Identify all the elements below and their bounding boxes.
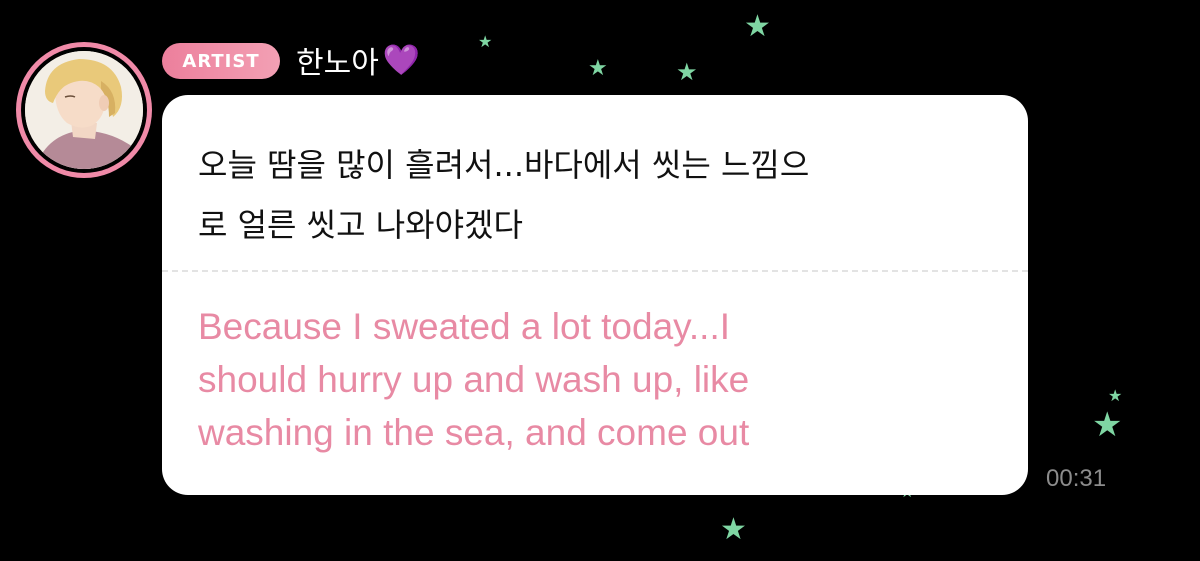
message-original-text: 오늘 땀을 많이 흘려서...바다에서 씻는 느낌으 로 얼른 씻고 나와야겠다 (198, 135, 998, 255)
message-timestamp: 00:31 (1046, 465, 1107, 492)
message-translation-text: Because I sweated a lot today...I should… (198, 300, 998, 459)
star-icon: ★ (1108, 386, 1123, 405)
message-translation-line: washing in the sea, and come out (198, 412, 750, 453)
message-translation-line: should hurry up and wash up, like (198, 359, 750, 400)
avatar[interactable] (16, 42, 152, 178)
message-original-line: 오늘 땀을 많이 흘려서...바다에서 씻는 느낌으 (198, 146, 810, 184)
star-icon: ★ (720, 512, 747, 547)
star-icon: ★ (478, 32, 493, 51)
message-original-line: 로 얼른 씻고 나와야겠다 (198, 206, 523, 244)
message-bubble[interactable]: 오늘 땀을 많이 흘려서...바다에서 씻는 느낌으 로 얼른 씻고 나와야겠다… (162, 95, 1028, 495)
star-icon: ★ (588, 56, 608, 81)
star-icon: ★ (744, 9, 771, 44)
sender-name-row: 한노아 💜 (296, 38, 420, 82)
avatar-image (25, 51, 143, 169)
translation-divider (162, 270, 1028, 272)
sender-name: 한노아 (296, 46, 379, 81)
artist-badge: ARTIST (162, 43, 280, 79)
message-translation-line: Because I sweated a lot today...I (198, 306, 731, 347)
star-icon: ★ (676, 58, 698, 86)
avatar-illustration (25, 51, 143, 169)
avatar-border (21, 47, 147, 173)
star-icon: ★ (1092, 405, 1123, 445)
purple-heart-icon: 💜 (382, 42, 421, 78)
